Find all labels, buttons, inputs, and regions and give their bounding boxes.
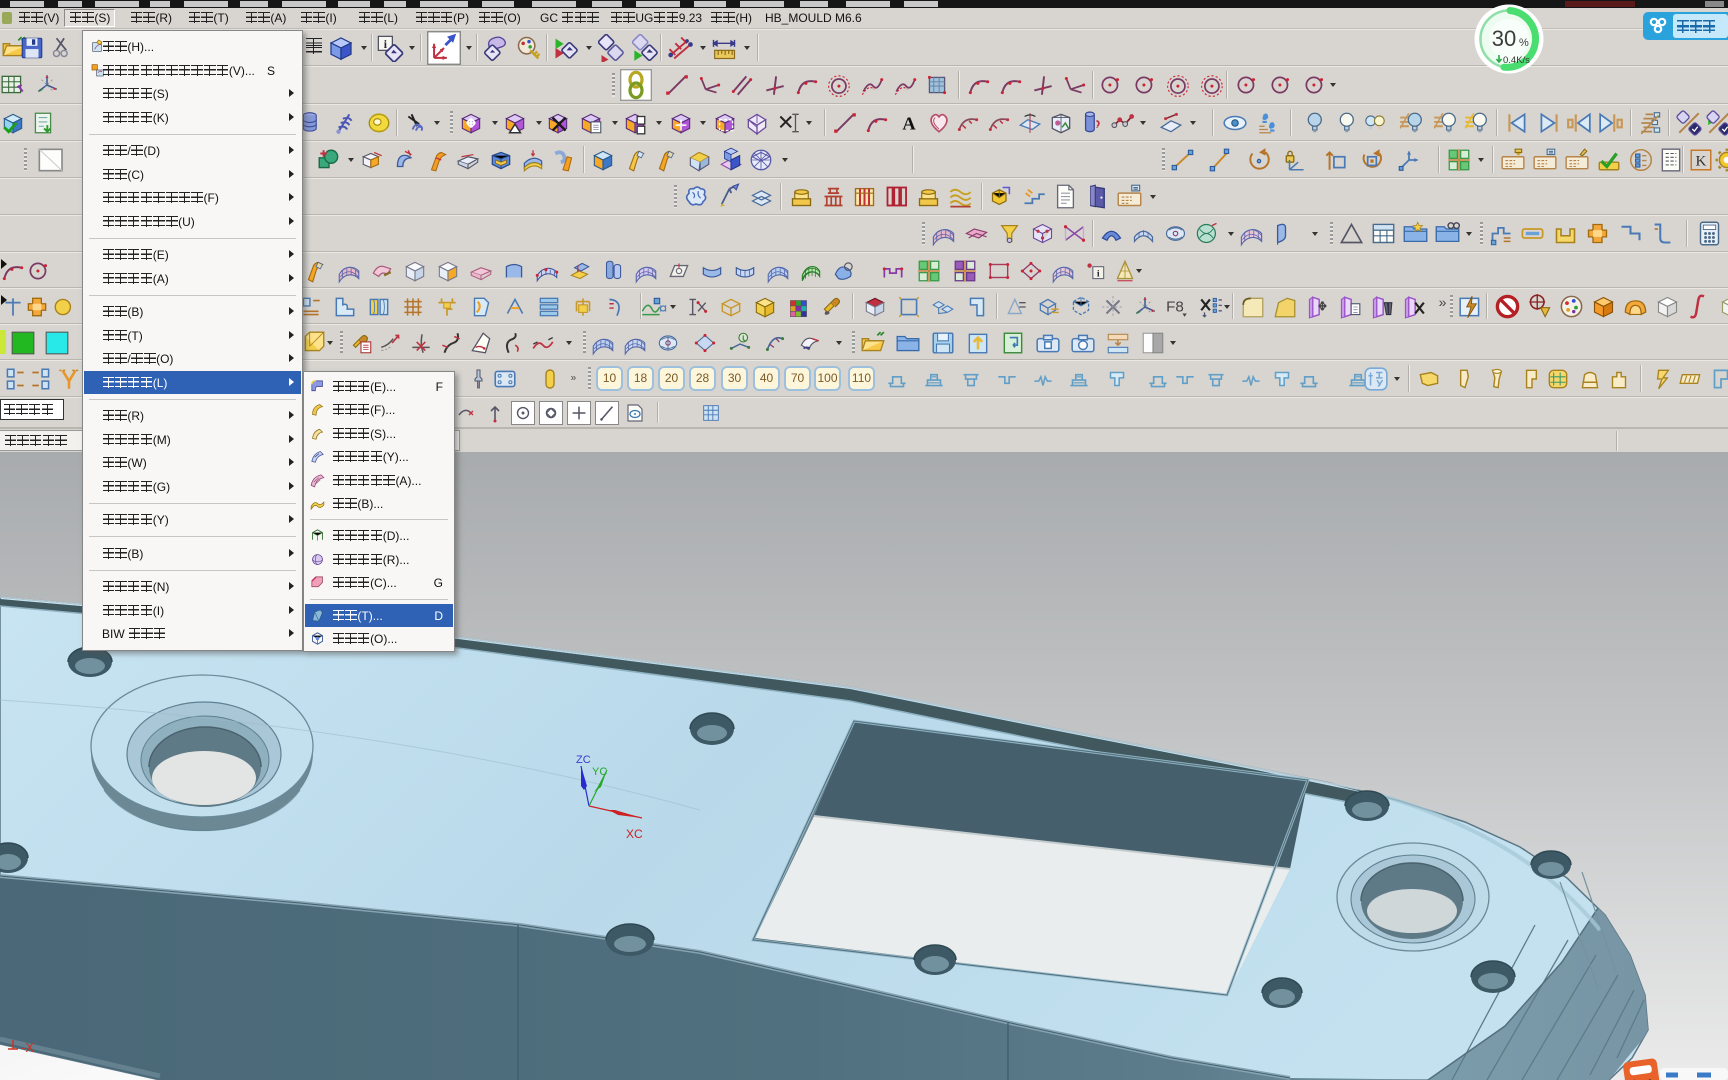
- svg-text:-X: -X: [21, 1040, 34, 1055]
- svg-text:0.4K/s: 0.4K/s: [1503, 55, 1530, 66]
- svg-text:i: i: [1097, 268, 1100, 279]
- svg-text:ZC: ZC: [576, 754, 591, 766]
- svg-text:%: %: [1519, 37, 1529, 49]
- svg-text:A: A: [902, 114, 916, 134]
- svg-text:¤: ¤: [659, 300, 667, 318]
- svg-text:XC: XC: [626, 827, 643, 841]
- svg-text:YC: YC: [592, 766, 607, 778]
- svg-text:30: 30: [1492, 26, 1516, 51]
- svg-text:K: K: [1696, 152, 1707, 169]
- svg-text:F8: F8: [1166, 298, 1184, 315]
- svg-text:»: »: [571, 373, 577, 384]
- svg-text:»: »: [1439, 294, 1447, 310]
